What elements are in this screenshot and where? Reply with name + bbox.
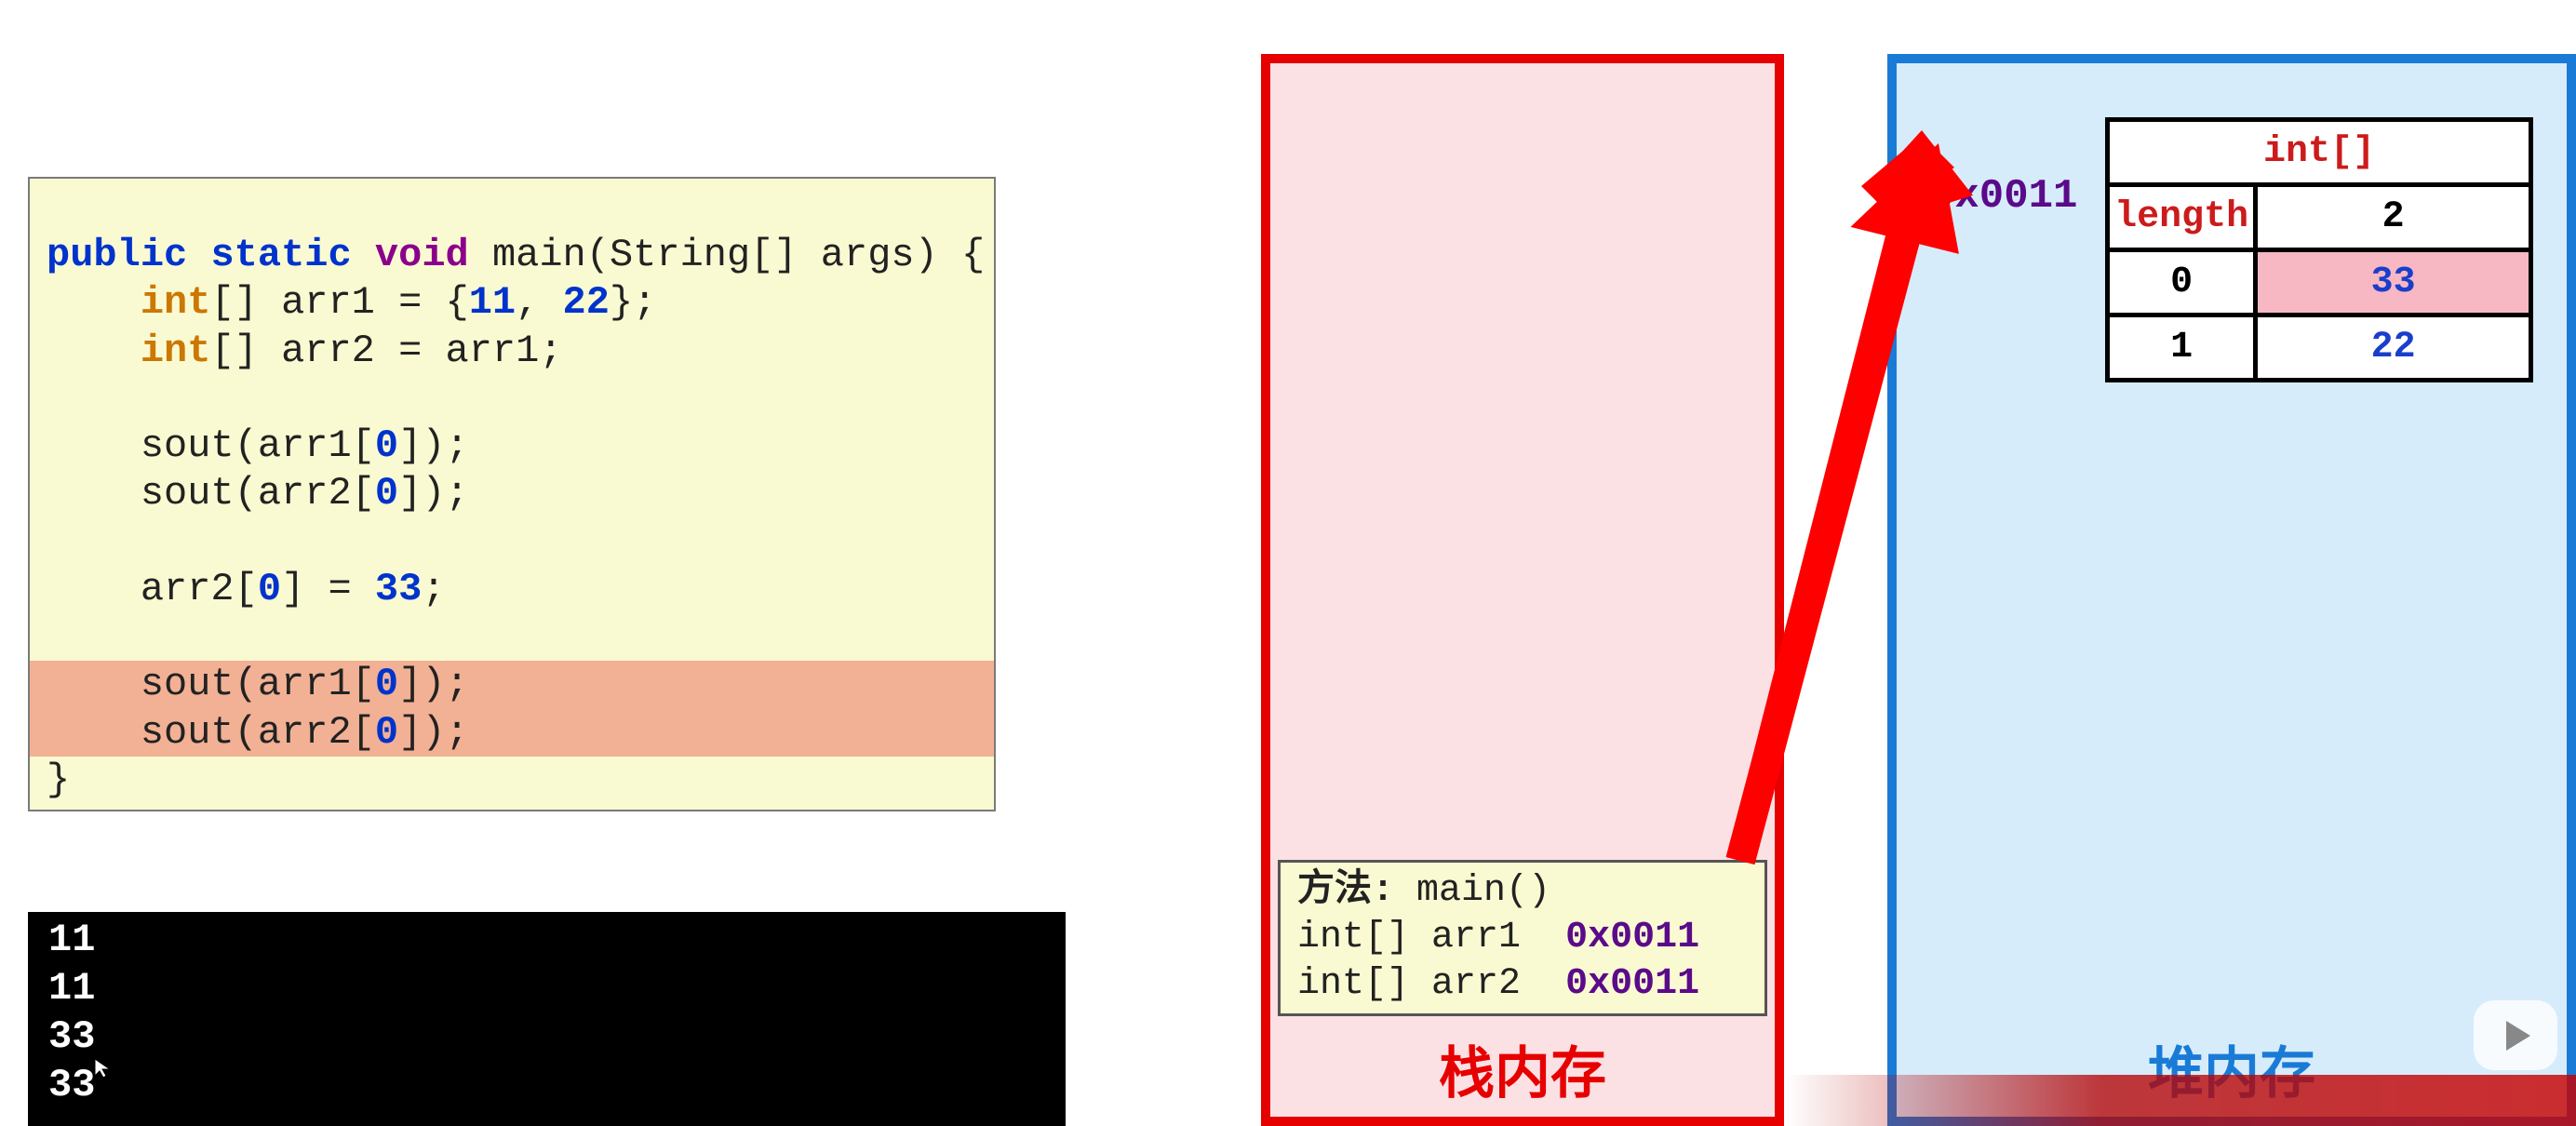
highlighted-line: sout(arr2[0]); [30, 709, 994, 757]
console-output: 11 11 33 33 [28, 912, 1066, 1126]
keyword-public: public [47, 233, 187, 277]
stack-frame-main: 方法: main() int[] arr1 0x0011 int[] arr2 … [1278, 860, 1767, 1016]
heap-index-1: 1 [2108, 315, 2256, 381]
heap-length-label: length [2108, 185, 2256, 250]
bottom-banner [1785, 1075, 2576, 1126]
keyword-void: void [375, 233, 469, 277]
heap-index-0: 0 [2108, 250, 2256, 315]
method-signature-rest: main(String[] args) { [469, 233, 986, 277]
heap-value-1: 22 [2256, 315, 2531, 381]
code-block: public static void main(String[] args) {… [28, 177, 996, 811]
stack-var1-address: 0x0011 [1565, 917, 1699, 958]
stack-var2-address: 0x0011 [1565, 963, 1699, 1005]
heap-type-cell: int[] [2108, 120, 2531, 185]
heap-length-value: 2 [2256, 185, 2531, 250]
video-play-icon[interactable] [2474, 1000, 2557, 1070]
stack-memory-panel: 方法: main() int[] arr1 0x0011 int[] arr2 … [1261, 54, 1784, 1126]
heap-object-address: 0x0011 [1930, 173, 2077, 220]
heap-memory-panel: 0x0011 int[] length 2 0 33 1 22 堆内存 [1887, 54, 2576, 1126]
heap-value-0: 33 [2256, 250, 2531, 315]
stack-memory-label: 栈内存 [1270, 1028, 1775, 1109]
keyword-static: static [210, 233, 351, 277]
keyword-int: int [141, 280, 211, 325]
keyword-int: int [141, 328, 211, 373]
highlighted-line: sout(arr1[0]); [30, 661, 994, 708]
heap-object-table: int[] length 2 0 33 1 22 [2105, 117, 2533, 382]
